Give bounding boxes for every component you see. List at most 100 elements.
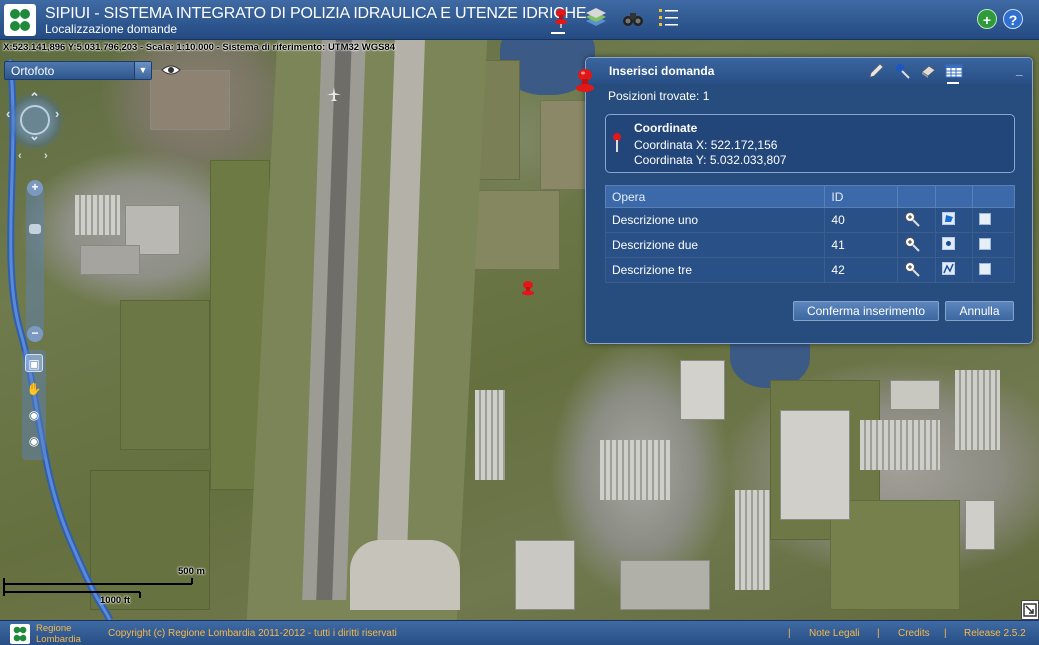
building	[515, 540, 575, 610]
panel-title: Inserisci domanda	[609, 64, 715, 78]
zoom-box-icon[interactable]: ▣	[25, 354, 43, 372]
column-header-zoom	[897, 185, 937, 208]
building	[780, 410, 850, 520]
row-checkbox[interactable]	[979, 262, 992, 275]
building	[860, 420, 940, 470]
polygon-geometry-icon[interactable]	[942, 212, 956, 225]
building	[600, 440, 670, 500]
airport-grass	[246, 40, 488, 620]
footer-region-name: Regione Lombardia	[36, 623, 81, 645]
table-icon[interactable]	[945, 62, 963, 80]
pan-left-icon[interactable]: ‹	[6, 106, 10, 121]
coordinate-y: Coordinata Y: 5.032.033,807	[634, 153, 787, 167]
table-header-row: Opera ID	[604, 185, 1015, 208]
pin-icon[interactable]	[549, 6, 573, 30]
minimize-icon[interactable]: _	[1016, 64, 1026, 76]
rotate-right-icon[interactable]: ›	[44, 150, 48, 162]
panel-header: Inserisci domanda _	[586, 58, 1032, 84]
footer-separator: |	[944, 628, 947, 639]
pushpin-icon[interactable]	[893, 62, 911, 80]
table-row[interactable]: Descrizione uno 40	[604, 207, 1015, 233]
column-header-opera[interactable]: Opera	[604, 185, 826, 208]
works-table: Opera ID Descrizione uno 40 Descrizione …	[604, 185, 1015, 283]
add-icon[interactable]: +	[977, 9, 997, 29]
eraser-icon[interactable]	[919, 62, 937, 80]
confirm-insert-button[interactable]: Conferma inserimento	[793, 301, 939, 321]
scale-bar: 500 m 1000 ft	[2, 566, 212, 606]
column-header-select	[972, 185, 1015, 208]
layers-icon[interactable]	[584, 6, 608, 30]
coordinates-title: Coordinate	[634, 121, 698, 135]
app-title: SIPIUI - SISTEMA INTEGRATO DI POLIZIA ID…	[45, 5, 587, 22]
airplane-icon	[327, 87, 341, 101]
row-checkbox[interactable]	[979, 212, 992, 225]
zoom-slider[interactable]	[26, 182, 44, 342]
legal-notes-link[interactable]: Note Legali	[809, 628, 860, 639]
regione-lombardia-logo	[10, 624, 30, 644]
building	[955, 370, 1000, 450]
overview-map-toggle[interactable]	[1021, 600, 1039, 620]
table-row[interactable]: Descrizione due 41	[604, 232, 1015, 258]
active-panel-tool-indicator	[947, 82, 959, 84]
zoom-to-icon[interactable]	[904, 261, 920, 277]
copyright-text: Copyright (c) Regione Lombardia 2011-201…	[108, 628, 397, 639]
building	[475, 390, 505, 480]
column-header-geometry	[935, 185, 974, 208]
row-id: 41	[824, 232, 899, 258]
app-subtitle: Localizzazione domande	[45, 22, 178, 36]
help-icon[interactable]: ?	[1003, 9, 1023, 29]
pencil-icon[interactable]	[867, 62, 885, 80]
chevron-down-icon[interactable]: ▼	[134, 62, 151, 79]
binoculars-icon[interactable]	[621, 6, 645, 30]
building	[680, 360, 725, 420]
pan-hand-icon[interactable]: ✋	[25, 380, 43, 398]
row-opera: Descrizione tre	[604, 257, 826, 283]
line-geometry-icon[interactable]	[942, 262, 956, 275]
building	[735, 490, 770, 590]
release-version: Release 2.5.2	[964, 628, 1026, 639]
coordinates-box: Coordinate Coordinata X: 522.172,156 Coo…	[605, 114, 1015, 173]
app-footer: Regione Lombardia Copyright (c) Regione …	[0, 620, 1039, 645]
cancel-button[interactable]: Annulla	[945, 301, 1014, 321]
zoom-to-icon[interactable]	[904, 236, 920, 252]
pan-down-icon[interactable]: ⌄	[29, 128, 40, 144]
panel-pin-icon	[576, 69, 594, 92]
active-tool-indicator	[551, 32, 565, 34]
column-header-id[interactable]: ID	[824, 185, 899, 208]
pan-up-icon[interactable]: ⌃	[29, 90, 40, 106]
building	[620, 560, 710, 610]
zoom-out-icon[interactable]: −	[27, 326, 43, 342]
insert-request-panel: Inserisci domanda _ Posizioni trovate: 1	[576, 57, 1033, 344]
positions-found: Posizioni trovate: 1	[608, 89, 710, 103]
zoom-previous-icon[interactable]: ◉	[25, 406, 43, 424]
list-icon[interactable]	[657, 6, 681, 30]
coordinates-scale-readout: X:523.141,896 Y:5.031.796,203 - Scala: 1…	[3, 42, 395, 53]
building	[965, 500, 995, 550]
location-pin-icon[interactable]	[521, 279, 535, 297]
field	[470, 190, 560, 270]
zoom-in-icon[interactable]: +	[27, 180, 43, 196]
table-row[interactable]: Descrizione tre 42	[604, 257, 1015, 283]
rotate-left-icon[interactable]: ‹	[18, 150, 22, 162]
regione-lombardia-logo	[4, 4, 36, 36]
credits-link[interactable]: Credits	[898, 628, 930, 639]
zoom-slider-thumb[interactable]	[29, 224, 41, 234]
basemap-select[interactable]: Ortofoto ▼	[4, 61, 152, 80]
row-opera: Descrizione uno	[604, 207, 826, 233]
footer-region-line2: Lombardia	[36, 634, 81, 645]
zoom-to-icon[interactable]	[904, 211, 920, 227]
row-checkbox[interactable]	[979, 237, 992, 250]
app-header: SIPIUI - SISTEMA INTEGRATO DI POLIZIA ID…	[0, 0, 1039, 40]
apron	[350, 540, 460, 610]
footer-separator: |	[877, 628, 880, 639]
scale-imperial-label: 1000 ft	[100, 595, 131, 606]
point-geometry-icon[interactable]	[942, 237, 956, 250]
building	[890, 380, 940, 410]
zoom-extent-icon[interactable]: ◉	[25, 432, 43, 450]
row-id: 40	[824, 207, 899, 233]
coordinate-x: Coordinata X: 522.172,156	[634, 138, 778, 152]
eye-icon[interactable]	[161, 62, 181, 78]
row-opera: Descrizione due	[604, 232, 826, 258]
footer-region-line1: Regione	[36, 623, 72, 634]
pan-right-icon[interactable]: ›	[55, 106, 59, 121]
